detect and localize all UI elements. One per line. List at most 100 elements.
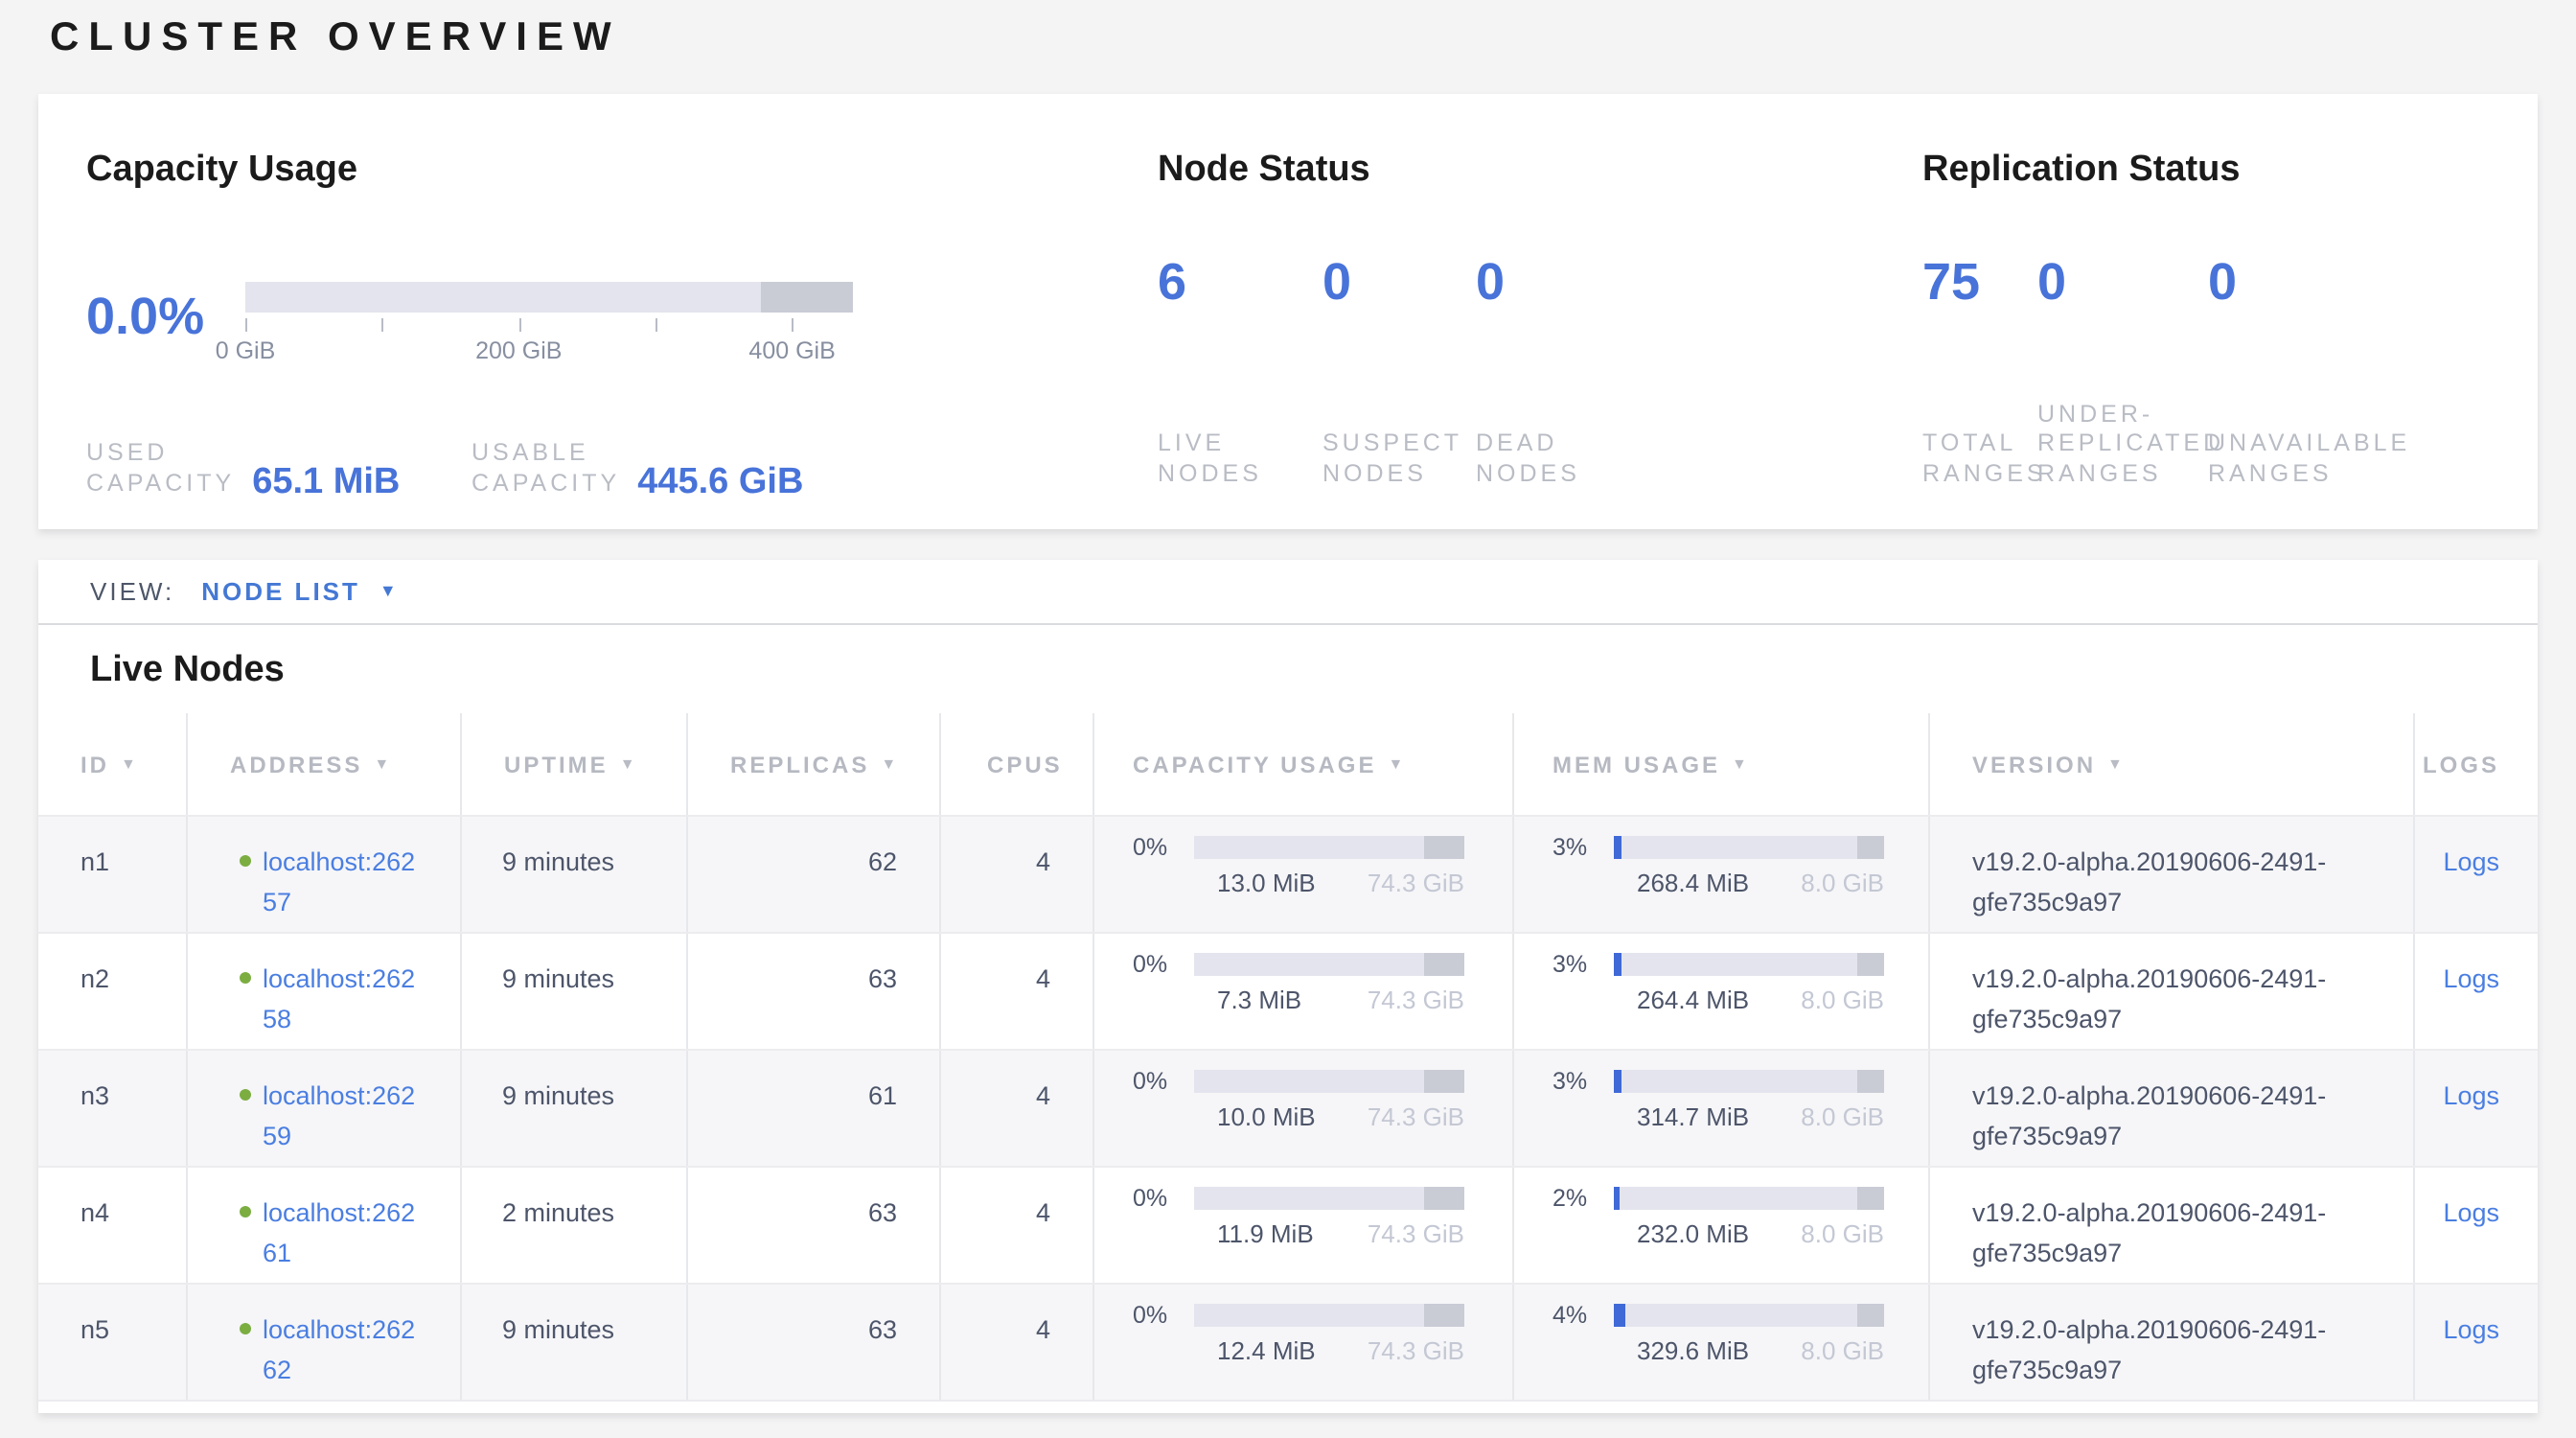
column-header-replicas[interactable]: REPLICAS▼ [688,713,941,815]
column-header-cpus: CPUS [941,713,1094,815]
node-replicas-cell: 63 [688,1168,941,1283]
column-header-version[interactable]: VERSION▼ [1930,713,2415,815]
capacity-total-value: 74.3 GiB [1368,1102,1464,1131]
node-version-cell: v19.2.0-alpha.20190606-2491-gfe735c9a97 [1930,1168,2415,1283]
column-header-uptime[interactable]: UPTIME▼ [462,713,688,815]
column-header-address[interactable]: ADDRESS▼ [188,713,462,815]
dead-nodes-stat: 0 DEAD NODES [1476,251,1580,489]
node-live-status-dot [240,1089,251,1101]
node-cpus-cell: 4 [941,1051,1094,1166]
unavailable-ranges-count: 0 [2208,251,2410,313]
node-address-cell: localhost:26257 [188,817,462,932]
capacity-usage-bar [1194,1070,1464,1093]
total-ranges-stat: 75 TOTAL RANGES [1922,251,2037,489]
column-header-mem-usage[interactable]: MEM USAGE▼ [1514,713,1930,815]
capacity-used-value: 11.9 MiB [1217,1219,1314,1248]
table-row: n3 localhost:26259 9 minutes 61 4 0% 10.… [38,1049,2538,1166]
node-uptime-cell: 9 minutes [462,1285,688,1400]
capacity-percent-label: 0% [1133,836,1183,859]
node-version-cell: v19.2.0-alpha.20190606-2491-gfe735c9a97 [1930,817,2415,932]
capacity-usage-bar [1194,1187,1464,1210]
table-header-row: ID▼ ADDRESS▼ UPTIME▼ REPLICAS▼ CPUS CAPA… [38,713,2538,815]
node-uptime-cell: 9 minutes [462,1051,688,1166]
usable-capacity-value: 445.6 GiB [637,464,803,502]
node-address-link[interactable]: localhost:26261 [263,1193,415,1273]
mem-total-value: 8.0 GiB [1801,1102,1884,1131]
node-uptime-cell: 9 minutes [462,817,688,932]
mem-percent-label: 3% [1552,953,1602,976]
mem-percent-label: 3% [1552,1070,1602,1093]
table-row: n4 localhost:26261 2 minutes 63 4 0% 11.… [38,1166,2538,1283]
column-header-id[interactable]: ID▼ [38,713,188,815]
capacity-usage-bar-reserved [1424,1304,1464,1327]
live-nodes-table: ID▼ ADDRESS▼ UPTIME▼ REPLICAS▼ CPUS CAPA… [38,713,2538,1413]
node-cpus-cell: 4 [941,1168,1094,1283]
column-header-capacity-usage[interactable]: CAPACITY USAGE▼ [1094,713,1514,815]
mem-used-value: 264.4 MiB [1637,986,1749,1014]
mem-usage-bar [1614,836,1884,859]
suspect-nodes-label-line1: SUSPECT [1322,429,1476,459]
gauge-tick-mark [656,318,657,332]
live-nodes-label-line1: LIVE [1158,429,1322,459]
suspect-nodes-label-line2: NODES [1322,459,1476,489]
clipped-next-row [38,1400,2538,1413]
node-address-cell: localhost:26262 [188,1285,462,1400]
capacity-percent-label: 0% [1133,1070,1183,1093]
view-bar: VIEW: NODE LIST ▼ [38,560,2538,625]
mem-usage-bar [1614,1070,1884,1093]
capacity-percent-label: 0% [1133,953,1183,976]
node-logs-cell: Logs [2415,1051,2538,1166]
gauge-tick-mark [382,318,384,332]
capacity-used-value: 12.4 MiB [1217,1336,1316,1365]
table-row: n1 localhost:26257 9 minutes 62 4 0% 13.… [38,815,2538,932]
node-logs-link[interactable]: Logs [2443,1081,2499,1110]
node-id-cell: n2 [38,934,188,1049]
capacity-usage-bar-reserved [1424,953,1464,976]
sort-arrow-icon: ▼ [374,756,392,772]
suspect-nodes-count: 0 [1322,251,1476,313]
replication-status-panel: Replication Status 75 TOTAL RANGES 0 UND… [1922,148,2410,529]
node-logs-link[interactable]: Logs [2443,1198,2499,1227]
node-logs-cell: Logs [2415,934,2538,1049]
capacity-gauge-reserved-segment [762,282,853,313]
nodes-table-card: VIEW: NODE LIST ▼ Live Nodes ID▼ ADDRESS… [38,560,2538,1413]
node-id-cell: n5 [38,1285,188,1400]
used-capacity-stat: USED CAPACITY 65.1 MiB [86,439,472,499]
view-selected-value[interactable]: NODE LIST [201,577,360,606]
node-address-link[interactable]: localhost:26262 [263,1310,415,1390]
node-address-link[interactable]: localhost:26258 [263,959,415,1039]
capacity-usage-bar-reserved [1424,1187,1464,1210]
node-id-cell: n1 [38,817,188,932]
mem-usage-bar-fill [1614,1070,1622,1093]
dead-nodes-label-line2: NODES [1476,459,1580,489]
node-logs-link[interactable]: Logs [2443,1315,2499,1344]
node-version-cell: v19.2.0-alpha.20190606-2491-gfe735c9a97 [1930,1285,2415,1400]
live-nodes-heading: Live Nodes [90,648,2538,694]
mem-percent-label: 3% [1552,836,1602,859]
view-selector-dropdown[interactable]: NODE LIST ▼ [201,577,397,606]
capacity-percent-label: 0% [1133,1304,1183,1327]
table-body: n1 localhost:26257 9 minutes 62 4 0% 13.… [38,815,2538,1400]
live-nodes-count: 6 [1158,251,1322,313]
node-cpus-cell: 4 [941,1285,1094,1400]
under-replicated-ranges-count: 0 [2037,251,2208,313]
node-logs-cell: Logs [2415,1285,2538,1400]
node-live-status-dot [240,972,251,984]
node-mem-usage-cell: 3% 268.4 MiB 8.0 GiB [1514,817,1930,932]
mem-percent-label: 2% [1552,1187,1602,1210]
mem-usage-bar-reserved [1857,1304,1884,1327]
table-row: n2 localhost:26258 9 minutes 63 4 0% 7.3… [38,932,2538,1049]
gauge-tick-label: 0 GiB [216,337,276,364]
node-mem-usage-cell: 4% 329.6 MiB 8.0 GiB [1514,1285,1930,1400]
mem-usage-bar-reserved [1857,1187,1884,1210]
mem-total-value: 8.0 GiB [1801,1336,1884,1365]
capacity-gauge: 0 GiB200 GiB400 GiB [245,282,853,368]
node-mem-usage-cell: 3% 314.7 MiB 8.0 GiB [1514,1051,1930,1166]
live-nodes-stat: 6 LIVE NODES [1158,251,1322,489]
node-address-link[interactable]: localhost:26257 [263,842,415,922]
node-logs-link[interactable]: Logs [2443,964,2499,993]
usable-capacity-label-line2: CAPACITY [472,469,620,499]
node-cpus-cell: 4 [941,934,1094,1049]
node-address-link[interactable]: localhost:26259 [263,1076,415,1156]
node-logs-link[interactable]: Logs [2443,847,2499,876]
